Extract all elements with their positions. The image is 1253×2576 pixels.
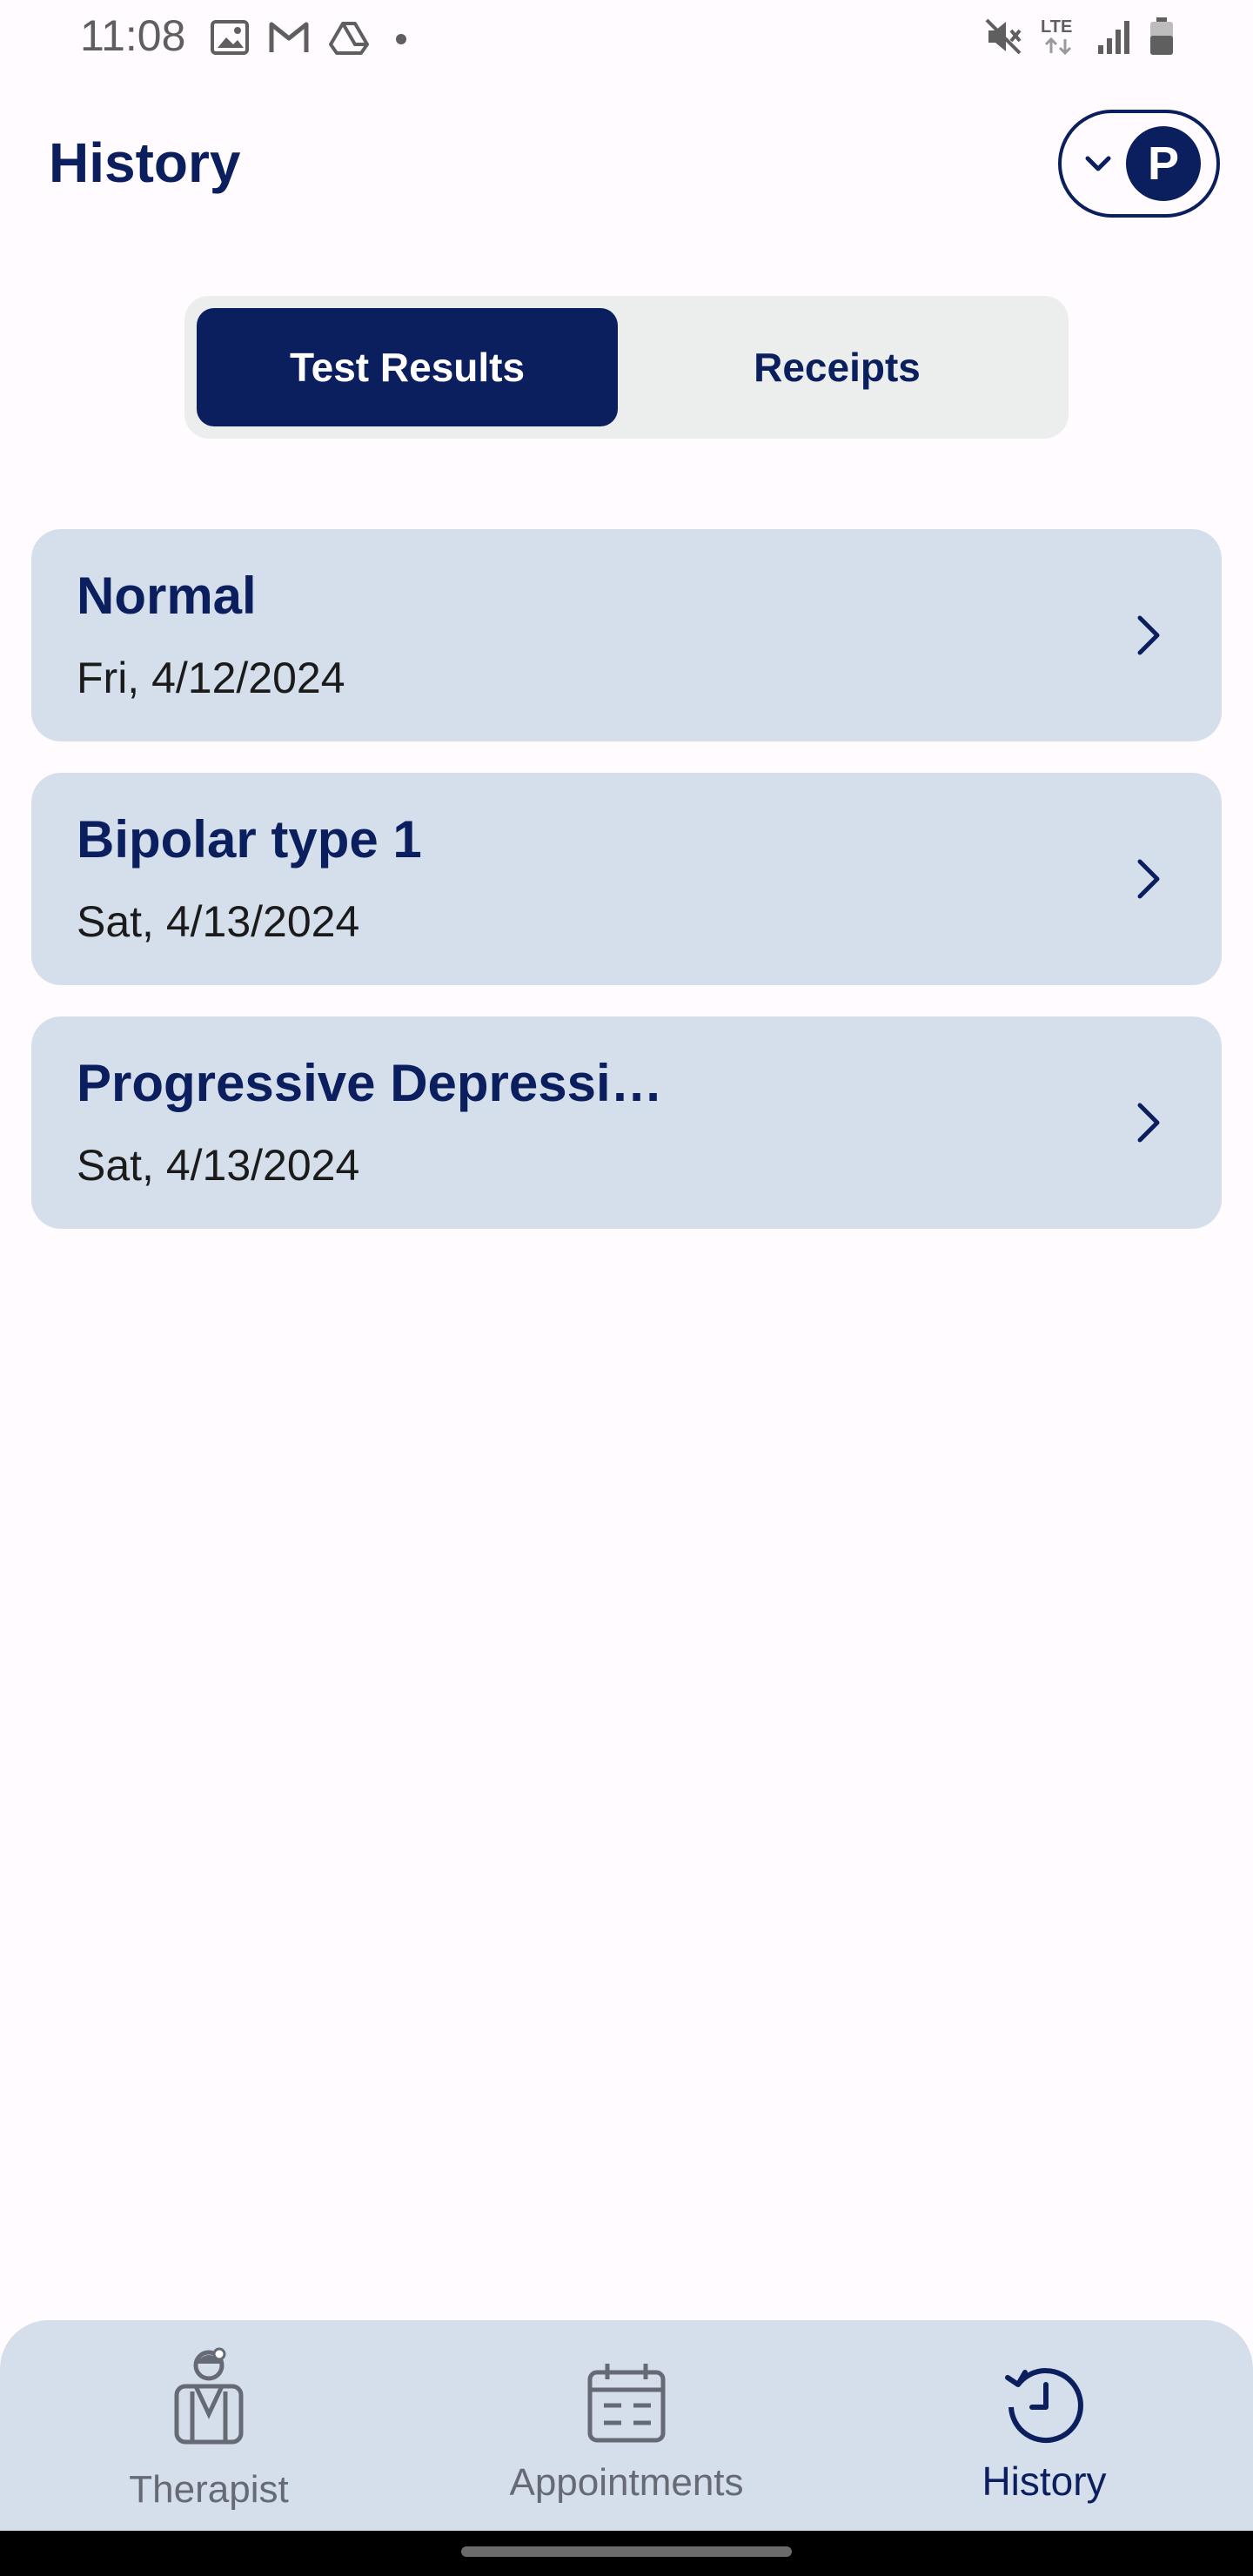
history-segmented-control: Test Results Receipts <box>184 296 1069 439</box>
nav-label: Appointments <box>509 2461 744 2504</box>
gmail-icon <box>269 22 309 52</box>
nav-item-history[interactable]: History <box>835 2320 1253 2531</box>
result-date: Sat, 4/13/2024 <box>77 1141 360 1190</box>
signal-icon <box>1098 21 1129 54</box>
system-icons: LTE <box>983 12 1175 61</box>
result-card[interactable]: Progressive Depressi… Sat, 4/13/2024 <box>31 1016 1222 1229</box>
therapist-icon <box>174 2347 244 2445</box>
mute-icon <box>985 18 1022 55</box>
bottom-navigation: Therapist Appointments History <box>0 2320 1253 2531</box>
calendar-icon <box>587 2364 666 2443</box>
page-title: History <box>49 131 241 194</box>
result-title: Progressive Depressi… <box>77 1054 663 1112</box>
result-date: Fri, 4/12/2024 <box>77 654 345 702</box>
chevron-right-icon <box>1137 615 1160 655</box>
nav-label: Therapist <box>129 2468 289 2511</box>
svg-text:LTE: LTE <box>1041 17 1072 37</box>
chevron-down-icon <box>1085 156 1111 171</box>
result-title: Bipolar type 1 <box>77 810 422 869</box>
nav-item-appointments[interactable]: Appointments <box>418 2320 835 2531</box>
history-icon <box>1005 2368 1083 2444</box>
home-gesture-handle[interactable] <box>461 2546 792 2557</box>
result-date: Sat, 4/13/2024 <box>77 897 360 946</box>
nav-item-therapist[interactable]: Therapist <box>0 2320 418 2531</box>
chevron-right-icon <box>1137 1103 1160 1143</box>
result-title: Normal <box>77 567 257 625</box>
tab-receipts[interactable]: Receipts <box>618 308 1056 426</box>
chevron-right-icon <box>1137 859 1160 899</box>
lte-icon: LTE <box>1041 17 1072 56</box>
status-bar: 11:08 LTE <box>0 0 1253 73</box>
notification-icons <box>211 16 414 59</box>
image-icon <box>211 20 249 55</box>
drive-icon <box>329 22 369 55</box>
result-card[interactable]: Normal Fri, 4/12/2024 <box>31 529 1222 741</box>
battery-icon <box>1150 17 1173 55</box>
nav-label: History <box>982 2459 1107 2504</box>
result-card[interactable]: Bipolar type 1 Sat, 4/13/2024 <box>31 773 1222 985</box>
tab-test-results[interactable]: Test Results <box>197 308 618 426</box>
profile-switcher-button[interactable]: P <box>1058 110 1220 218</box>
dot-icon <box>396 34 406 44</box>
avatar: P <box>1126 126 1201 201</box>
status-time: 11:08 <box>80 11 186 60</box>
gesture-bar <box>0 2531 1253 2576</box>
